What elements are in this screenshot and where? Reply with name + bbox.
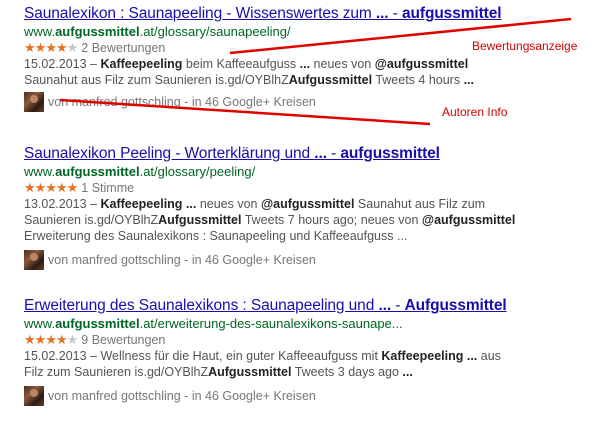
author-annotation-line — [59, 98, 431, 126]
annotation-lines — [59, 17, 572, 126]
annotation-rating-label: Bewertungsanzeige — [472, 39, 578, 53]
annotation-author-label: Autoren Info — [442, 105, 508, 119]
